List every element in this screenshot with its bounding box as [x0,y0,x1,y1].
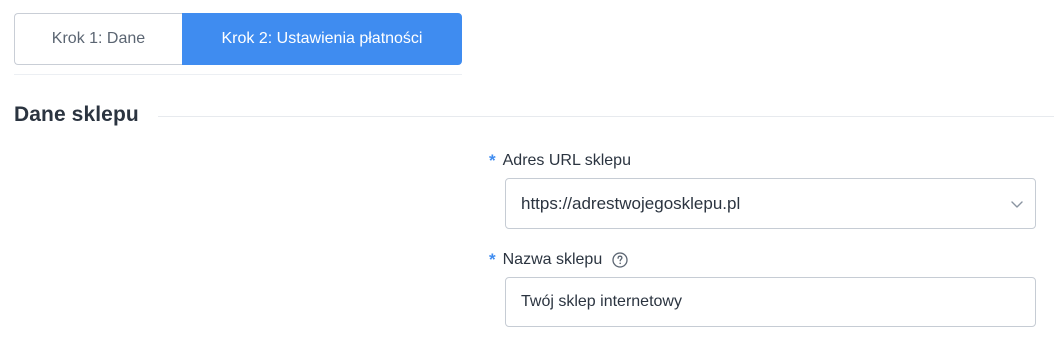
shop-name-input[interactable] [505,277,1036,327]
url-select-value: https://adrestwojegosklepu.pl [521,193,741,213]
required-marker: * [489,151,496,170]
shop-name-field-label: * Nazwa sklepu [489,250,628,270]
tabs-divider [14,74,462,75]
tab-step-2-label: Krok 2: Ustawienia płatności [221,30,423,47]
url-select[interactable]: https://adrestwojegosklepu.pl [505,178,1036,229]
question-circle-icon[interactable] [612,252,628,268]
page: Krok 1: Dane Krok 2: Ustawienia płatnośc… [0,0,1054,344]
url-label-text: Adres URL sklepu [502,152,631,169]
tab-step-1[interactable]: Krok 1: Dane [14,13,182,65]
shop-name-label-text: Nazwa sklepu [502,251,603,268]
step-tabs: Krok 1: Dane Krok 2: Ustawienia płatnośc… [14,13,462,65]
section-divider [158,116,1054,117]
tab-step-2[interactable]: Krok 2: Ustawienia płatności [182,13,462,65]
url-field-label: * Adres URL sklepu [489,151,631,171]
required-marker: * [489,250,496,269]
chevron-down-icon [1009,196,1025,212]
tab-step-1-label: Krok 1: Dane [51,30,146,47]
section-title: Dane sklepu [14,103,139,126]
